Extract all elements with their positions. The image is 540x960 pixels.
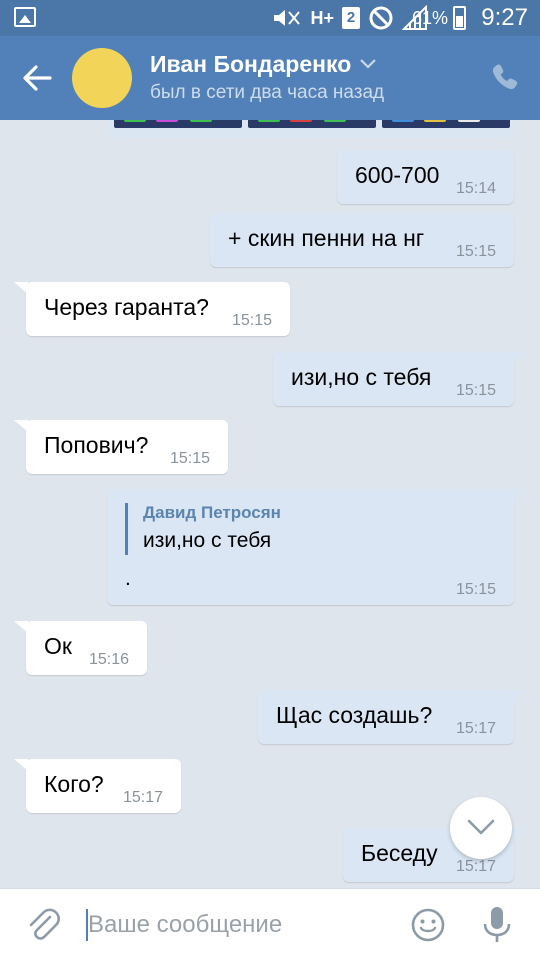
- message-outgoing[interactable]: изи,но с тебя 15:15: [273, 352, 526, 406]
- message-incoming[interactable]: Попович? 15:15: [14, 420, 228, 474]
- message-outgoing-reply[interactable]: Давид Петросян изи,но с тебя . 15:15: [107, 489, 526, 605]
- bubble-tail: [14, 282, 28, 294]
- contact-name[interactable]: Иван Бондаренко: [150, 51, 351, 78]
- reply-indicator: [125, 503, 128, 555]
- chevron-down-icon: [467, 819, 495, 835]
- image-thumbnail[interactable]: [248, 120, 376, 128]
- microphone-icon[interactable]: [480, 905, 514, 945]
- phone-icon[interactable]: [490, 62, 520, 92]
- bubble-tail: [512, 690, 526, 702]
- paperclip-icon[interactable]: [26, 907, 60, 945]
- message-text: Попович?: [44, 432, 149, 458]
- message-time: 15:15: [169, 450, 210, 467]
- chat-header: Иван Бондаренко был в сети два часа наза…: [0, 36, 540, 120]
- message-text: Кого?: [44, 771, 104, 797]
- smile-icon[interactable]: [410, 907, 446, 943]
- message-text: + скин пенни на нг: [228, 225, 425, 251]
- bubble-tail: [14, 420, 28, 432]
- message-time: 15:17: [455, 720, 496, 737]
- message-outgoing[interactable]: Щас создашь? 15:17: [258, 690, 526, 744]
- image-thumbnail[interactable]: [114, 120, 242, 128]
- message-list[interactable]: 600-700 15:14 + скин пенни на нг 15:15 Ч…: [0, 120, 540, 890]
- mute-icon: [274, 10, 301, 26]
- scroll-to-bottom-button[interactable]: [450, 797, 512, 859]
- message-text: 600-700: [355, 162, 440, 188]
- battery-icon: [453, 6, 466, 30]
- bubble-tail: [512, 828, 526, 840]
- reply-quote[interactable]: изи,но с тебя: [143, 529, 271, 553]
- shared-image-attachment[interactable]: [108, 120, 514, 138]
- message-time: 15:17: [455, 858, 496, 875]
- message-time: 15:17: [122, 789, 163, 806]
- message-input[interactable]: [88, 907, 388, 943]
- message-text: Через гаранта?: [44, 294, 209, 320]
- message-outgoing[interactable]: 600-700 15:14: [337, 150, 514, 204]
- network-type: H+: [310, 8, 334, 28]
- bubble-tail: [512, 489, 526, 501]
- message-incoming[interactable]: Через гаранта? 15:15: [14, 282, 290, 336]
- message-text: изи,но с тебя: [291, 364, 432, 390]
- message-time: 15:15: [231, 312, 272, 329]
- message-text: Щас создашь?: [276, 702, 433, 728]
- battery-percent: 61%: [411, 8, 448, 28]
- message-time: 15:15: [455, 243, 496, 260]
- message-time: 15:15: [455, 581, 496, 598]
- chevron-down-icon[interactable]: [358, 56, 378, 70]
- message-time: 15:15: [455, 382, 496, 399]
- bubble-tail: [512, 352, 526, 364]
- bubble-tail: [14, 621, 28, 633]
- avatar[interactable]: [72, 48, 132, 108]
- message-incoming[interactable]: Кого? 15:17: [14, 759, 181, 813]
- message-time: 15:16: [88, 651, 129, 668]
- message-text: Беседу: [361, 840, 438, 866]
- sim-icon: 2: [342, 7, 360, 29]
- message-incoming[interactable]: Ок 15:16: [14, 621, 147, 675]
- status-icons: H+ 2: [272, 5, 428, 31]
- arrow-left-icon[interactable]: [20, 62, 54, 94]
- message-text: Ок: [44, 633, 72, 659]
- message-composer: [0, 888, 540, 960]
- message-time: 15:14: [455, 180, 496, 197]
- image-thumbnail[interactable]: [382, 120, 510, 128]
- reply-author[interactable]: Давид Петросян: [143, 503, 281, 523]
- last-seen-status: был в сети два часа назад: [150, 82, 385, 103]
- message-text: .: [125, 567, 131, 590]
- clock: 9:27: [481, 4, 528, 31]
- no-signal-icon: [369, 6, 393, 30]
- status-bar: H+ 2 61% 9:27: [0, 0, 540, 36]
- message-outgoing[interactable]: + скин пенни на нг 15:15: [210, 213, 514, 267]
- bubble-tail: [14, 759, 28, 771]
- gallery-notification-icon: [14, 7, 36, 27]
